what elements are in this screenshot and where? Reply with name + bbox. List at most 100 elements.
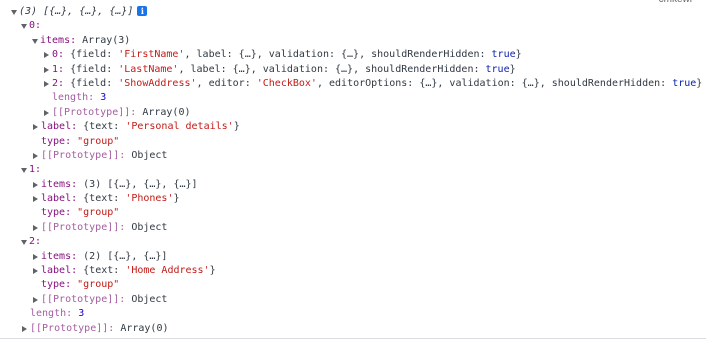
object-middle: , label: {…}, validation: {…}, shouldRen… <box>178 63 486 75</box>
expand-triangle-icon[interactable] <box>32 38 38 44</box>
length-value: 3 <box>78 308 85 320</box>
editor-value: 'CheckBox' <box>256 77 317 89</box>
length-value: 3 <box>100 92 107 104</box>
collapse-triangle-icon[interactable] <box>33 181 38 188</box>
collapse-triangle-icon[interactable] <box>33 224 38 231</box>
field-value: 'FirstName' <box>118 49 185 61</box>
root-proto[interactable]: [[Prototype]]: Array(0) <box>0 322 706 336</box>
bottom-divider <box>0 338 706 339</box>
tree-node-0-items-0[interactable]: 0: {field: 'FirstName', label: {…}, vali… <box>0 48 706 62</box>
tree-node-1-items[interactable]: items: (3) [{…}, {…}, {…}] <box>0 178 706 192</box>
expand-triangle-icon[interactable] <box>11 10 17 15</box>
tree-node-0-items-1[interactable]: 1: {field: 'LastName', label: {…}, valid… <box>0 63 706 77</box>
expand-triangle-icon[interactable] <box>21 240 27 246</box>
object-open: {field: <box>70 49 119 61</box>
index-key: 0: <box>52 49 65 61</box>
root-array-row[interactable]: (3) [{…}, {…}, {…}] i <box>0 5 706 19</box>
index-key: 2: <box>52 77 65 89</box>
expand-triangle-icon[interactable] <box>21 24 27 30</box>
proto-key: [[Prototype]]: <box>41 293 126 305</box>
tree-node-1-type: type: "group" <box>0 206 706 220</box>
object-middle: , editor: <box>196 77 257 89</box>
tree-node-0-type: type: "group" <box>0 135 706 149</box>
proto-value: Object <box>131 293 168 305</box>
root-summary: (3) [{…}, {…}, {…}] i <box>19 5 148 19</box>
items-preview: [{…}, {…}, {…}] <box>107 178 198 190</box>
label-text: 'Personal details' <box>125 121 234 133</box>
object-close: } <box>509 63 516 75</box>
object-open: {field: <box>70 63 119 75</box>
index-key: 1: <box>52 63 65 75</box>
collapse-triangle-icon[interactable] <box>44 66 49 73</box>
bool-value: true <box>485 63 510 75</box>
label-key: label: <box>41 193 78 205</box>
collapse-triangle-icon[interactable] <box>33 124 38 131</box>
type-key: type: <box>41 279 72 291</box>
label-close: } <box>173 193 180 205</box>
collapse-triangle-icon[interactable] <box>33 296 38 303</box>
label-open: {text: <box>83 121 126 133</box>
collapse-triangle-icon[interactable] <box>44 80 49 87</box>
collapse-triangle-icon[interactable] <box>33 196 38 203</box>
items-key: items: <box>40 34 77 46</box>
object-middle: , editorOptions: {…}, validation: {…}, s… <box>316 77 673 89</box>
label-text: 'Home Address' <box>125 265 210 277</box>
tree-node-0-items-length: length: 3 <box>0 91 706 105</box>
node-key: 2: <box>29 236 42 248</box>
bool-value: true <box>491 49 516 61</box>
type-key: type: <box>41 207 72 219</box>
items-key: items: <box>41 250 78 262</box>
type-value: "group" <box>77 207 120 219</box>
root-length: length: 3 <box>0 307 706 321</box>
expand-triangle-icon[interactable] <box>21 168 27 174</box>
label-key: label: <box>41 265 78 277</box>
tree-node-1[interactable]: 1: <box>0 163 706 177</box>
tree-node-0-items-proto[interactable]: [[Prototype]]: Array(0) <box>0 106 706 120</box>
proto-value: Object <box>131 149 168 161</box>
collapse-triangle-icon[interactable] <box>22 325 27 332</box>
object-close: } <box>696 77 703 89</box>
tree-node-2-proto[interactable]: [[Prototype]]: Object <box>0 293 706 307</box>
proto-value: Array(0) <box>120 322 169 334</box>
type-value: "group" <box>77 135 120 147</box>
tree-node-1-proto[interactable]: [[Prototype]]: Object <box>0 221 706 235</box>
items-preview: [{…}, {…}] <box>107 250 168 262</box>
proto-key: [[Prototype]]: <box>41 149 126 161</box>
label-open: {text: <box>83 193 126 205</box>
tree-node-1-label[interactable]: label: {text: 'Phones'} <box>0 192 706 206</box>
collapse-triangle-icon[interactable] <box>33 152 38 159</box>
tree-node-2[interactable]: 2: <box>0 235 706 249</box>
collapse-triangle-icon[interactable] <box>44 109 49 116</box>
length-key: length: <box>52 92 95 104</box>
object-middle: , label: {…}, validation: {…}, shouldRen… <box>184 49 492 61</box>
tree-node-0-items-2[interactable]: 2: {field: 'ShowAddress', editor: 'Check… <box>0 77 706 91</box>
collapse-triangle-icon[interactable] <box>33 253 38 260</box>
label-key: label: <box>41 121 78 133</box>
type-key: type: <box>41 135 72 147</box>
tree-node-0[interactable]: 0: <box>0 19 706 33</box>
info-icon[interactable]: i <box>137 6 148 16</box>
tree-node-0-items[interactable]: items: Array(3) <box>0 34 706 48</box>
items-key: items: <box>41 178 78 190</box>
proto-key: [[Prototype]]: <box>30 322 115 334</box>
tree-node-0-label[interactable]: label: {text: 'Personal details'} <box>0 120 706 134</box>
proto-key: [[Prototype]]: <box>52 106 137 118</box>
field-value: 'ShowAddress' <box>118 77 197 89</box>
field-value: 'LastName' <box>118 63 179 75</box>
node-key: 0: <box>29 20 42 32</box>
root-count: (3) <box>19 6 38 17</box>
tree-node-2-items[interactable]: items: (2) [{…}, {…}] <box>0 250 706 264</box>
collapse-triangle-icon[interactable] <box>33 268 38 275</box>
proto-value: Array(0) <box>142 106 191 118</box>
label-open: {text: <box>83 265 126 277</box>
items-count: (3) <box>83 178 102 190</box>
length-key: length: <box>30 308 73 320</box>
tree-node-2-label[interactable]: label: {text: 'Home Address'} <box>0 264 706 278</box>
label-close: } <box>233 121 240 133</box>
tree-node-0-proto[interactable]: [[Prototype]]: Object <box>0 149 706 163</box>
collapse-triangle-icon[interactable] <box>44 52 49 59</box>
root-preview: [{…}, {…}, {…}] <box>43 6 134 17</box>
items-value: Array(3) <box>82 34 131 46</box>
label-close: } <box>209 265 216 277</box>
type-value: "group" <box>77 279 120 291</box>
